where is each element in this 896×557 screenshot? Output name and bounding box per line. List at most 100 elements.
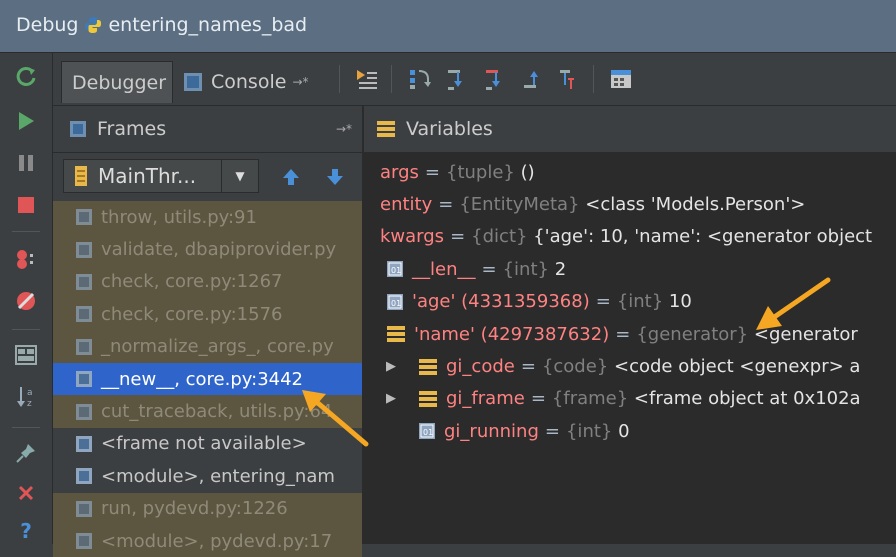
variable-type: {tuple} (446, 161, 515, 183)
equals-sign: = (438, 194, 454, 216)
expand-triangle-icon[interactable]: ▶ (386, 391, 406, 406)
expand-triangle-icon[interactable]: ▶ (386, 359, 406, 374)
equals-sign: = (424, 161, 441, 183)
chevron-down-icon[interactable]: ▼ (221, 160, 258, 192)
close-icon[interactable] (14, 481, 38, 505)
variable-tree: args = {tuple} () entity = {EntityMeta} <cla… (364, 156, 896, 448)
equals-sign: = (595, 291, 611, 313)
run-to-cursor-icon[interactable] (557, 67, 581, 91)
object-field-icon (387, 326, 405, 343)
resume-icon[interactable] (14, 109, 38, 133)
frame-label: validate, dbapiprovider.py (101, 239, 337, 261)
thread-combo[interactable]: MainThr... ▼ (63, 159, 259, 193)
frame-item[interactable]: _normalize_args_, core.py (53, 330, 362, 363)
variable-row[interactable]: 01 gi_running = {int} 0 (364, 415, 896, 447)
stop-icon[interactable] (14, 193, 38, 217)
stack-frame-icon (76, 306, 92, 323)
pin-icon[interactable] (14, 441, 38, 465)
variable-value: 0 (618, 420, 630, 442)
variables-title: Variables (406, 118, 493, 140)
frame-item[interactable]: run, pydevd.py:1226 (53, 492, 362, 525)
rerun-icon[interactable] (14, 65, 38, 89)
variable-name: 'age' (4331359368) (412, 291, 590, 313)
svg-text:01: 01 (391, 266, 401, 275)
object-field-icon (419, 358, 437, 375)
frame-item[interactable]: cut_traceback, utils.py:64 (53, 395, 362, 428)
separator (593, 65, 594, 93)
variable-type: {EntityMeta} (459, 194, 580, 216)
variable-row[interactable]: entity = {EntityMeta} <class 'Models.Perso… (364, 188, 896, 220)
svg-text:z: z (27, 399, 32, 409)
frame-item[interactable]: <module>, pydevd.py:17 (53, 524, 362, 557)
step-over-icon[interactable] (407, 67, 431, 91)
evaluate-expression-icon[interactable] (609, 67, 633, 91)
variable-value: 2 (554, 258, 567, 280)
variable-row[interactable]: 01 'age' (4331359368) = {int} 10 (364, 286, 896, 318)
int-field-icon: 01 (419, 423, 435, 440)
stack-frame-icon (76, 468, 92, 485)
variable-type: {frame} (551, 388, 629, 410)
stack-frame-icon (76, 500, 92, 517)
separator (391, 65, 392, 93)
variable-name: __len__ (412, 258, 476, 280)
step-into-my-code-icon[interactable] (483, 67, 507, 91)
python-icon (85, 17, 102, 33)
help-icon[interactable]: ? (14, 519, 38, 543)
step-into-icon[interactable] (445, 67, 469, 91)
variable-row[interactable]: ▶ gi_code = {code} <code object <genexpr> … (364, 350, 896, 382)
tab-debugger[interactable]: Debugger (61, 61, 173, 103)
variables-header: Variables (364, 106, 896, 153)
variable-name: args (380, 161, 419, 183)
variable-value: <code object <genexpr> a (614, 356, 861, 378)
variable-value: () (520, 161, 535, 183)
frame-item[interactable]: check, core.py:1267 (53, 265, 362, 299)
stack-frame-icon (76, 209, 92, 226)
tab-console[interactable]: Console →* (173, 61, 331, 103)
view-breakpoints-icon[interactable] (14, 247, 38, 271)
variable-row[interactable]: 01 __len__ = {int} 2 (364, 253, 896, 285)
variable-type: {int} (502, 258, 549, 280)
stack-frame-icon (76, 435, 92, 452)
equals-sign: = (544, 420, 560, 442)
frames-icon (70, 121, 86, 137)
frame-item[interactable]: check, core.py:1576 (53, 298, 362, 331)
frame-item[interactable]: validate, dbapiprovider.py (53, 233, 362, 266)
arrow-down-icon[interactable] (325, 167, 345, 187)
sort-alphabetically-icon[interactable]: az (14, 385, 38, 409)
frame-item[interactable]: <frame not available> (53, 427, 362, 461)
separator (339, 65, 340, 93)
stack-frame-icon (76, 371, 92, 388)
object-field-icon (419, 390, 437, 407)
variable-name: gi_code (446, 356, 515, 378)
frame-item[interactable]: throw, utils.py:91 (53, 201, 362, 234)
variable-value: <frame object at 0x102a (633, 388, 861, 410)
stack-frame-icon (76, 403, 92, 420)
variable-value: {'age': 10, 'name': <generator object (533, 226, 873, 248)
variable-row[interactable]: kwargs = {dict} {'age': 10, 'name': <gener… (364, 221, 896, 253)
equals-sign: = (530, 388, 546, 410)
arrow-up-icon[interactable] (281, 167, 301, 187)
frame-item-selected[interactable]: __new__, core.py:3442 (53, 362, 362, 396)
mute-breakpoints-icon[interactable] (14, 289, 38, 313)
frame-label: <frame not available> (101, 433, 307, 455)
restore-layout-icon[interactable] (14, 343, 38, 367)
frames-pin-icon[interactable]: →* (336, 122, 352, 136)
pin-tab-icon[interactable]: →* (292, 75, 308, 89)
step-out-icon[interactable] (521, 67, 545, 91)
svg-text:01: 01 (391, 299, 401, 308)
frame-list: throw, utils.py:91 validate, dbapiprovide… (53, 201, 362, 557)
frame-item[interactable]: <module>, entering_nam (53, 460, 362, 493)
variable-row[interactable]: ▶ gi_frame = {frame} <frame object at 0x10… (364, 383, 896, 415)
show-execution-point-icon[interactable] (355, 67, 379, 91)
frame-label: <module>, entering_nam (101, 465, 335, 487)
stack-frame-icon (76, 533, 92, 550)
frame-label: throw, utils.py:91 (101, 206, 257, 228)
variable-row[interactable]: 'name' (4297387632) = {generator} <generat… (364, 318, 896, 350)
variable-row[interactable]: args = {tuple} () (364, 156, 896, 188)
pause-icon[interactable] (14, 151, 38, 175)
separator (12, 231, 40, 232)
variable-type: {code} (541, 356, 609, 378)
window-title: Debug entering_names_bad (16, 14, 307, 36)
variable-name: entity (380, 194, 433, 216)
frame-label: <module>, pydevd.py:17 (101, 530, 333, 552)
